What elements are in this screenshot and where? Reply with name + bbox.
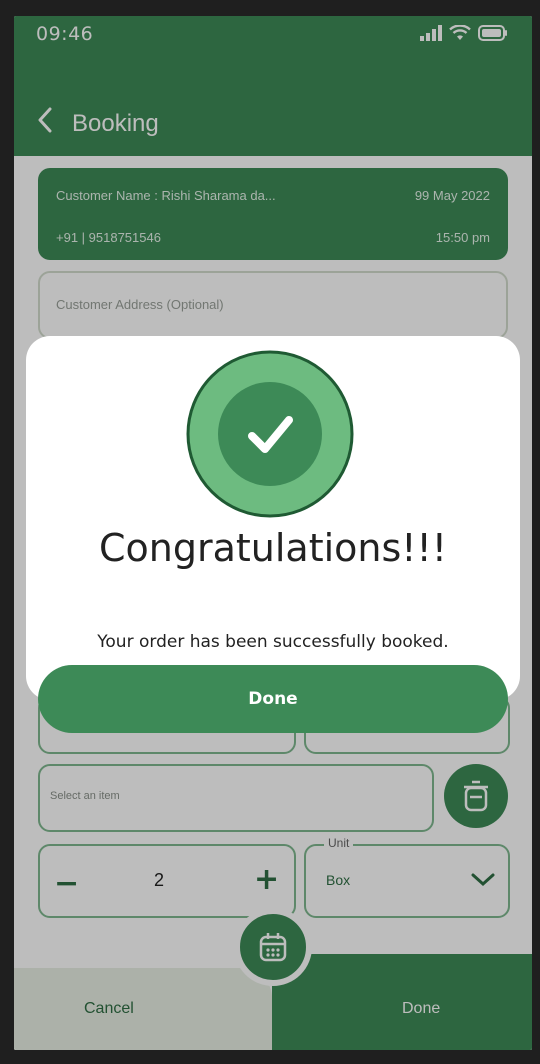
success-dialog: Congratulations!!! Your order has been s… xyxy=(26,336,520,700)
phone-screen: 09:46 Booking Customer Name: Rishi Shar… xyxy=(14,16,532,1050)
dialog-message: Your order has been successfully booked. xyxy=(97,632,449,652)
success-check-icon xyxy=(186,350,354,518)
dialog-title: Congratulations!!! xyxy=(98,526,447,570)
dialog-done-button[interactable]: Done xyxy=(38,665,508,733)
